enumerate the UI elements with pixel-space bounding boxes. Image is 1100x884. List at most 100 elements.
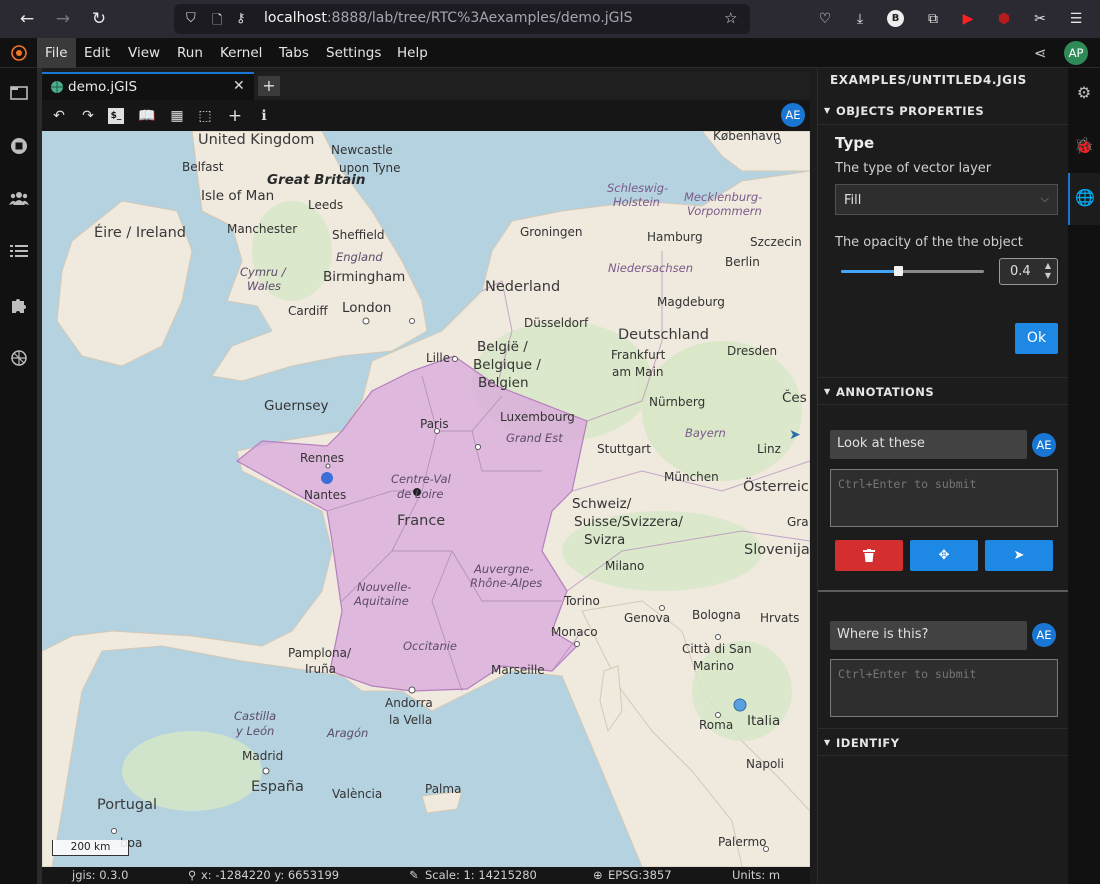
annotation-reply-input[interactable]	[830, 659, 1058, 717]
map-label: Madrid	[242, 749, 284, 763]
map-label: Marseille	[491, 663, 545, 677]
jupyter-logo-icon	[11, 45, 27, 61]
opacity-value: 0.4	[1010, 264, 1031, 279]
add-layer-icon[interactable]: +	[225, 106, 245, 126]
map-label: Auvergne-	[474, 562, 534, 576]
stepper-icon[interactable]: ▲ ▼	[1045, 261, 1051, 281]
map-label: Schweiz/	[572, 496, 632, 512]
menu-view[interactable]: View	[120, 38, 168, 68]
delete-annotation-button[interactable]	[835, 540, 903, 571]
gis-panel-tab[interactable]: 🌐	[1068, 173, 1100, 225]
map-label: Città di San	[682, 642, 752, 656]
type-select[interactable]: Fill ⌵	[835, 184, 1058, 215]
map-label: Schleswig-	[607, 181, 669, 195]
menu-edit[interactable]: Edit	[76, 38, 118, 68]
map-label: Hamburg	[647, 230, 703, 244]
download-icon[interactable]: ⤓	[850, 9, 870, 29]
info-icon[interactable]: ℹ	[254, 106, 274, 126]
version-label: jgis: 0.3.0	[72, 868, 129, 882]
menu-tabs[interactable]: Tabs	[271, 38, 317, 68]
collaborator-avatar[interactable]: AE	[781, 103, 805, 127]
permissions-icon[interactable]: ⚷	[236, 11, 246, 26]
user-avatar[interactable]: AP	[1064, 41, 1088, 65]
menu-file[interactable]: File	[37, 38, 76, 68]
submit-annotation-button[interactable]: ➤	[985, 540, 1053, 571]
add-tab-button[interactable]: +	[258, 76, 280, 96]
menu-help[interactable]: Help	[389, 38, 436, 68]
pocket-icon[interactable]: ♡	[815, 9, 835, 29]
menu-run[interactable]: Run	[169, 38, 211, 68]
objects-properties-header[interactable]: ▼ OBJECTS PROPERTIES	[818, 97, 1069, 125]
file-browser-icon[interactable]	[9, 85, 29, 105]
panel-file-title: EXAMPLES/UNTITLED4.JGIS	[830, 73, 1027, 87]
map-label: United Kingdom	[198, 132, 315, 148]
map-label: Berlin	[725, 255, 760, 269]
annotation-reply-input[interactable]	[830, 469, 1058, 527]
menu-kernel[interactable]: Kernel	[212, 38, 270, 68]
collaborators-icon[interactable]	[9, 190, 29, 210]
status-bar: jgis: 0.3.0 ⚲ x: -1284220 y: 6653199 ✎ S…	[42, 867, 810, 884]
map-label: de Loire	[397, 487, 444, 501]
map-label: London	[342, 300, 392, 316]
map-canvas[interactable]: United Kingdom Newcastle upon Tyne Belfa…	[42, 131, 810, 867]
page-info-icon[interactable]: 🗋	[212, 11, 222, 33]
layers-globe-icon[interactable]	[9, 349, 29, 369]
trash-icon	[863, 549, 875, 562]
open-book-icon[interactable]: 📖	[137, 106, 157, 126]
opacity-slider-track[interactable]	[841, 266, 984, 276]
browser-toolbar: ← → ↻ ⛉ 🗋 ⚷ localhost:8888/lab/tree/RTC%…	[0, 0, 1100, 38]
debugger-bug-icon[interactable]: 🐞	[1074, 136, 1094, 156]
tab-demo-jgis[interactable]: demo.jGIS ✕	[42, 72, 254, 100]
property-inspector-gears-icon[interactable]: ⚙	[1074, 83, 1094, 103]
forward-arrow-icon[interactable]: →	[52, 8, 74, 30]
screenshot-icon[interactable]: ✂	[1030, 9, 1050, 29]
map-label: Isle of Man	[201, 188, 275, 204]
vector-shape-icon[interactable]: ⬚	[195, 106, 215, 126]
close-tab-icon[interactable]: ✕	[233, 78, 245, 94]
youtube-extension-icon[interactable]: ▶	[958, 9, 978, 29]
map-label: Rennes	[300, 451, 345, 465]
map-label: València	[332, 787, 383, 801]
redo-icon[interactable]: ↷	[78, 106, 98, 126]
identify-header[interactable]: ▼ IDENTIFY	[818, 728, 1069, 756]
shield-icon[interactable]: ⛉	[186, 11, 196, 26]
map-label: Stuttgart	[597, 442, 651, 456]
extension-b-icon[interactable]: B	[887, 10, 904, 27]
annotation-message: Look at these	[830, 430, 1027, 459]
units-label: Units: m	[732, 868, 781, 882]
move-arrows-icon: ✥	[938, 548, 950, 563]
url-bar[interactable]: ⛉ 🗋 ⚷ localhost:8888/lab/tree/RTC%3Aexam…	[174, 4, 750, 34]
ok-button[interactable]: Ok	[1015, 323, 1058, 354]
extensions-icon[interactable]	[9, 296, 29, 316]
map-label: Čes	[782, 390, 807, 406]
annotation-author-avatar: AE	[1032, 433, 1056, 457]
map-label: Paris	[420, 417, 449, 431]
point-marker-rennes[interactable]	[321, 472, 333, 484]
undo-icon[interactable]: ↶	[49, 106, 69, 126]
annotations-header[interactable]: ▼ ANNOTATIONS	[818, 377, 1069, 405]
map-label: Rhône-Alpes	[470, 576, 543, 590]
url-text[interactable]: localhost:8888/lab/tree/RTC%3Aexamples/d…	[264, 10, 633, 26]
back-arrow-icon[interactable]: ←	[16, 8, 38, 30]
extensions-puzzle-icon[interactable]: ⧉	[923, 9, 943, 29]
map-label: Vorpommern	[687, 204, 762, 218]
hamburger-menu-icon[interactable]: ☰	[1066, 9, 1086, 29]
chevron-down-icon: ▼	[824, 738, 831, 747]
bookmark-star-icon[interactable]: ☆	[724, 9, 737, 27]
grid-icon[interactable]: ▦	[167, 106, 187, 126]
ublock-icon[interactable]: ⬢	[994, 9, 1014, 29]
right-panel: EXAMPLES/UNTITLED4.JGIS ▼ OBJECTS PROPER…	[817, 68, 1069, 884]
running-sessions-icon[interactable]	[9, 137, 29, 157]
table-of-contents-icon[interactable]	[9, 243, 29, 263]
opacity-slider-thumb[interactable]	[894, 266, 904, 276]
locate-annotation-button[interactable]: ✥	[910, 540, 978, 571]
point-marker-italy[interactable]	[733, 698, 747, 712]
share-icon[interactable]: ⋖	[1034, 44, 1052, 62]
console-icon[interactable]: $_	[108, 108, 124, 124]
menu-settings[interactable]: Settings	[318, 38, 389, 68]
reload-icon[interactable]: ↻	[88, 8, 110, 30]
map-label: Belgien	[478, 375, 529, 391]
opacity-input[interactable]: 0.4 ▲ ▼	[999, 258, 1058, 285]
document-tab-bar: demo.jGIS ✕ +	[42, 72, 810, 100]
map-label: Suisse/Svizzera/	[574, 514, 683, 530]
